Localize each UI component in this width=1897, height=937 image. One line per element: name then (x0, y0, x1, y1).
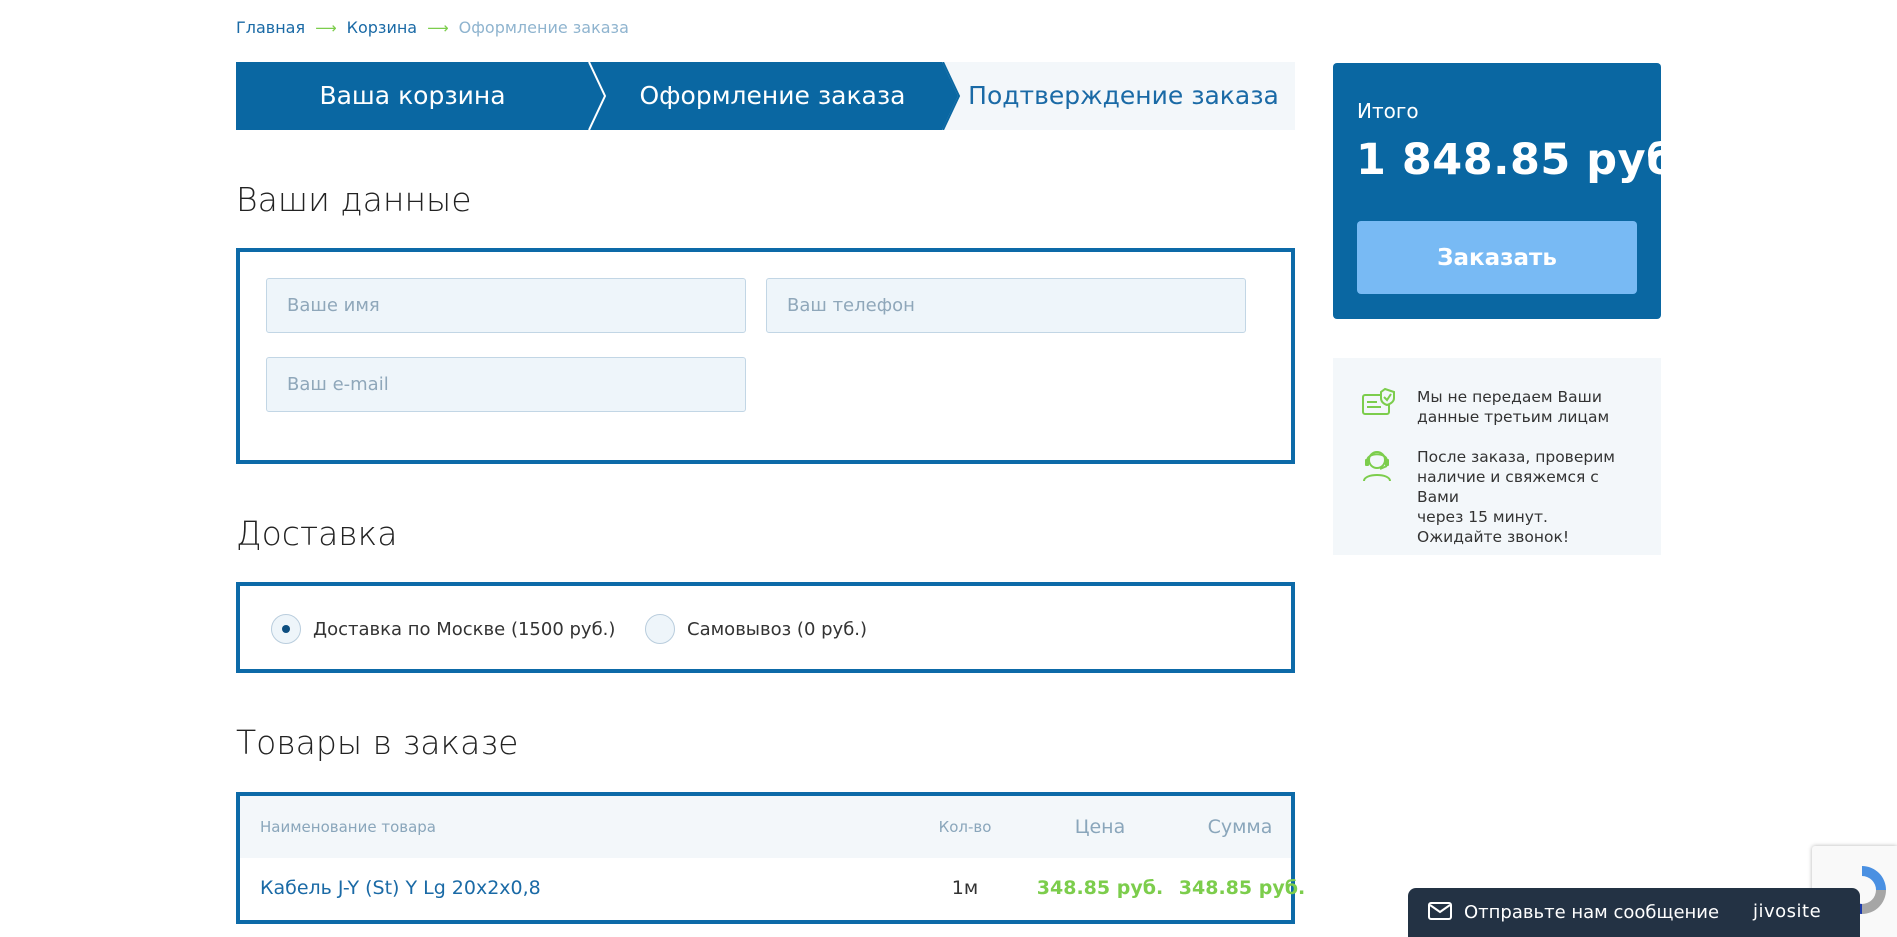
col-qty: Кол-во (938, 818, 992, 836)
items-table: Наименование товара Кол-во Цена Сумма Ка… (236, 792, 1305, 924)
order-summary: Итого 1 848.85 руб. Заказать (1333, 63, 1693, 319)
product-link[interactable]: Кабель J-Y (St) Y Lg 20x2x0,8 (260, 858, 541, 918)
radio-unselected-icon[interactable] (645, 614, 675, 644)
step-cart[interactable]: Ваша корзина (236, 62, 589, 130)
breadcrumb: Главная ⟶ Корзина ⟶ Оформление заказа (236, 18, 629, 37)
col-sum: Сумма (1207, 816, 1273, 838)
breadcrumb-home[interactable]: Главная (236, 18, 305, 37)
step-checkout: Оформление заказа (639, 81, 906, 110)
chat-widget[interactable]: Отправьте нам сообщение jivosite (1408, 888, 1860, 937)
chat-label: Отправьте нам сообщение (1464, 902, 1720, 923)
radio-selected-icon[interactable] (271, 614, 301, 644)
delivery-option-pickup[interactable]: Самовывоз (0 руб.) (645, 614, 867, 644)
total-label: Итого (1357, 99, 1419, 123)
info-item-privacy: Мы не передаем Ваши данные третьим лицам (1361, 387, 1627, 427)
delivery-title: Доставка (236, 514, 398, 553)
items-title: Товары в заказе (236, 723, 519, 762)
delivery-option-moscow[interactable]: Доставка по Москве (1500 руб.) (271, 614, 615, 644)
col-price: Цена (1074, 816, 1126, 838)
operator-icon (1361, 447, 1397, 547)
breadcrumb-arrow-icon: ⟶ (427, 18, 449, 37)
email-input[interactable] (266, 357, 746, 412)
delivery-card: Доставка по Москве (1500 руб.) Самовывоз… (236, 582, 1295, 673)
delivery-option-label: Доставка по Москве (1500 руб.) (313, 618, 616, 640)
envelope-icon (1428, 901, 1452, 924)
product-sum: 348.85 руб. (1178, 877, 1306, 899)
info-text: После заказа, проверим наличие и свяжемс… (1417, 448, 1615, 546)
col-name: Наименование товара (260, 818, 436, 836)
phone-input[interactable] (766, 278, 1246, 333)
product-qty: 1м (951, 877, 979, 899)
info-panel: Мы не передаем Ваши данные третьим лицам… (1333, 358, 1661, 555)
total-amount: 1 848.85 руб. (1356, 135, 1694, 185)
breadcrumb-current: Оформление заказа (458, 18, 629, 37)
breadcrumb-cart[interactable]: Корзина (347, 18, 417, 37)
your-data-card (236, 248, 1295, 464)
your-data-title: Ваши данные (236, 180, 472, 219)
step-confirmation: Подтверждение заказа (968, 81, 1279, 110)
info-text: Мы не передаем Ваши данные третьим лицам (1417, 388, 1610, 426)
info-item-callback: После заказа, проверим наличие и свяжемс… (1361, 447, 1627, 547)
product-price: 348.85 руб. (1036, 877, 1164, 899)
name-input[interactable] (266, 278, 746, 333)
breadcrumb-arrow-icon: ⟶ (315, 18, 337, 37)
delivery-option-label: Самовывоз (0 руб.) (687, 618, 868, 640)
chat-brand-logo: jivosite (1753, 901, 1822, 922)
checkout-steps: Ваша корзина Оформление заказа Подтвержд… (236, 62, 1295, 130)
order-button[interactable]: Заказать (1357, 221, 1637, 294)
table-header: Наименование товара Кол-во Цена Сумма (240, 796, 1291, 858)
shield-card-icon (1361, 387, 1397, 427)
